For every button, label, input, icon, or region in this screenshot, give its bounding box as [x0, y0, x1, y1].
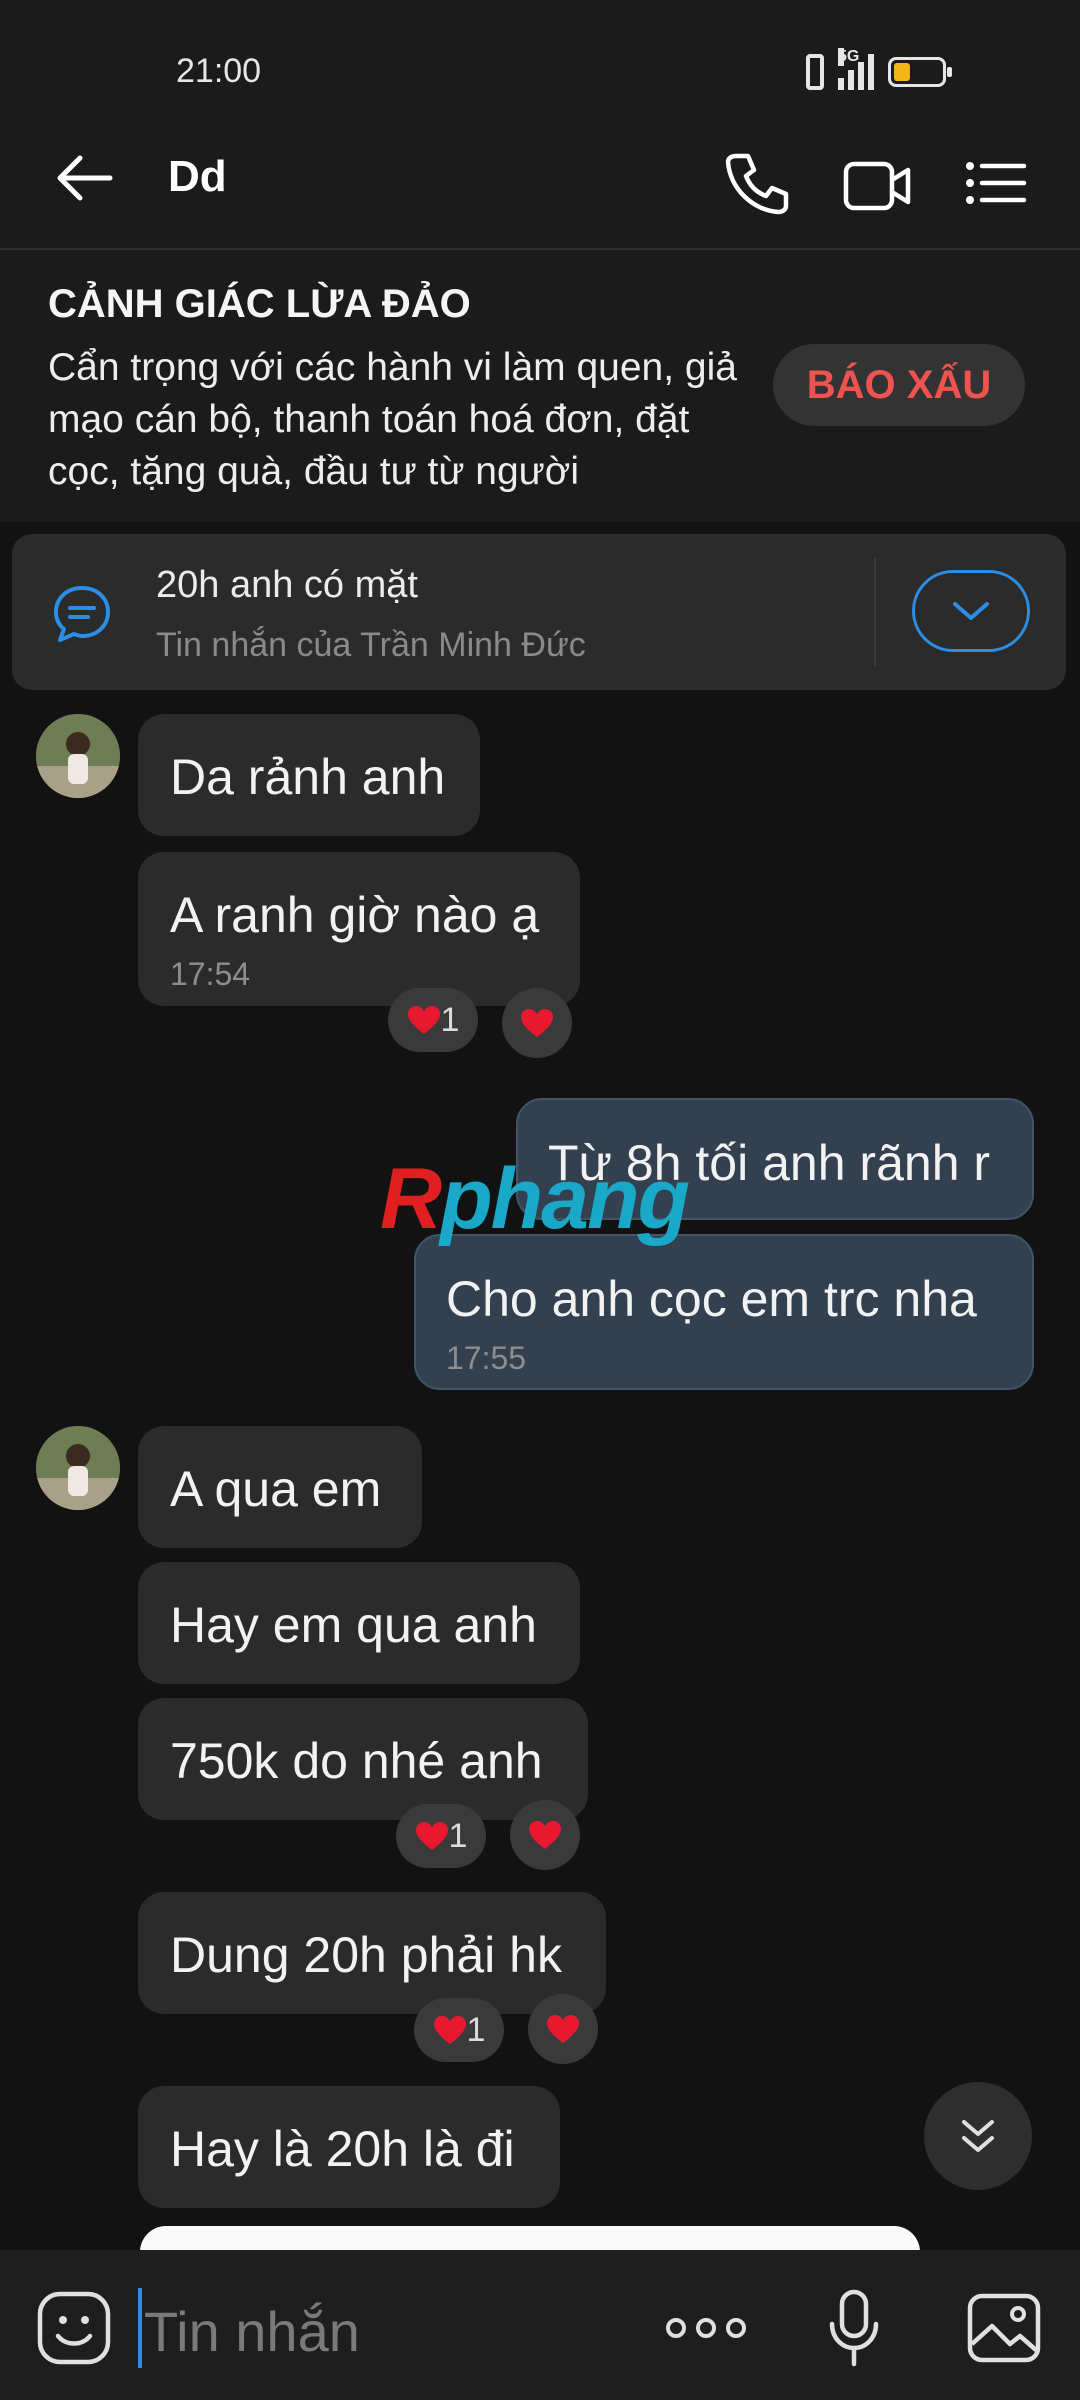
battery-level [894, 63, 911, 81]
phone-icon[interactable] [722, 148, 792, 218]
contact-name[interactable]: Dd [168, 152, 227, 202]
avatar[interactable] [36, 714, 120, 798]
vibrate-icon [806, 54, 824, 90]
heart-icon [547, 2015, 579, 2043]
status-icons: 5G [806, 48, 952, 92]
more-dots-icon[interactable] [664, 2310, 748, 2346]
message-bubble[interactable]: A qua em [138, 1426, 422, 1548]
message-time: 17:55 [446, 1340, 527, 1376]
chat-bubble-icon [50, 582, 114, 646]
reaction-number: 1 [448, 1816, 468, 1855]
message-text: Hay em qua anh [170, 1597, 537, 1653]
image-gallery-icon[interactable] [966, 2292, 1042, 2364]
expand-pinned-button[interactable] [912, 570, 1030, 652]
react-heart-button[interactable] [528, 1994, 598, 2064]
message-text: 750k do nhé anh [170, 1733, 543, 1789]
message-bubble[interactable]: Hay là 20h là đi [138, 2086, 560, 2208]
scam-warning-banner: CẢNH GIÁC LỪA ĐẢO Cẩn trọng với các hành… [0, 250, 1080, 522]
reaction-count[interactable]: 1 [388, 988, 478, 1052]
message-bubble[interactable]: A ranh giờ nào ạ 17:54 [138, 852, 580, 1006]
message-bubble[interactable]: Hay em qua anh [138, 1562, 580, 1684]
message-text: A ranh giờ nào ạ [170, 887, 540, 943]
message-text: A qua em [170, 1461, 382, 1517]
heart-icon [407, 1006, 440, 1034]
video-camera-icon[interactable] [842, 156, 912, 216]
heart-icon [415, 1822, 448, 1850]
warning-title: CẢNH GIÁC LỪA ĐẢO [48, 282, 471, 326]
message-text: Hay là 20h là đi [170, 2121, 515, 2177]
reaction-count[interactable]: 1 [414, 1998, 504, 2062]
message-input[interactable] [144, 2296, 624, 2366]
heart-icon [521, 1009, 553, 1037]
message-text: Da rảnh anh [170, 749, 446, 805]
chevron-down-icon [953, 602, 989, 620]
report-button[interactable]: BÁO XẤU [773, 344, 1025, 426]
message-text: Cho anh cọc em trc nha [446, 1271, 977, 1327]
chat-header: Dd [0, 108, 1080, 250]
divider [874, 558, 876, 666]
message-time: 17:54 [170, 956, 251, 992]
message-bubble[interactable]: Da rảnh anh [138, 714, 480, 836]
message-bubble[interactable]: 750k do nhé anh [138, 1698, 588, 1820]
warning-body: Cẩn trọng với các hành vi làm quen, giả … [48, 346, 737, 493]
network-type-label: 5G [838, 48, 860, 66]
message-bubble-outgoing[interactable]: Cho anh cọc em trc nha 17:55 [414, 1234, 1034, 1390]
status-time: 21:00 [176, 52, 262, 90]
avatar[interactable] [36, 1426, 120, 1510]
reaction-count[interactable]: 1 [396, 1804, 486, 1868]
watermark: Rphang [380, 1151, 690, 1247]
react-heart-button[interactable] [502, 988, 572, 1058]
reaction-number: 1 [466, 2010, 486, 2049]
battery-icon [888, 57, 952, 87]
microphone-icon[interactable] [828, 2288, 880, 2368]
double-chevron-down-icon [962, 2120, 994, 2152]
back-arrow-icon[interactable] [50, 148, 118, 208]
list-menu-icon[interactable] [964, 158, 1028, 208]
reaction-number: 1 [440, 1000, 460, 1039]
pinned-text: 20h anh có mặt [156, 564, 418, 606]
message-text: Dung 20h phải hk [170, 1927, 562, 1983]
heart-icon [529, 1821, 561, 1849]
signal-icon: 5G [838, 48, 874, 90]
react-heart-button[interactable] [510, 1800, 580, 1870]
pinned-subtitle: Tin nhắn của Trần Minh Đức [156, 626, 586, 664]
sticker-icon[interactable] [36, 2290, 112, 2366]
text-cursor [138, 2288, 142, 2368]
pinned-message[interactable]: 20h anh có mặt Tin nhắn của Trần Minh Đứ… [12, 534, 1066, 690]
message-bubble[interactable]: Dung 20h phải hk [138, 1892, 606, 2014]
status-bar: 21:00 5G [0, 0, 1080, 108]
heart-icon [433, 2016, 466, 2044]
message-input-bar [0, 2250, 1080, 2400]
scroll-to-bottom-button[interactable] [924, 2082, 1032, 2190]
